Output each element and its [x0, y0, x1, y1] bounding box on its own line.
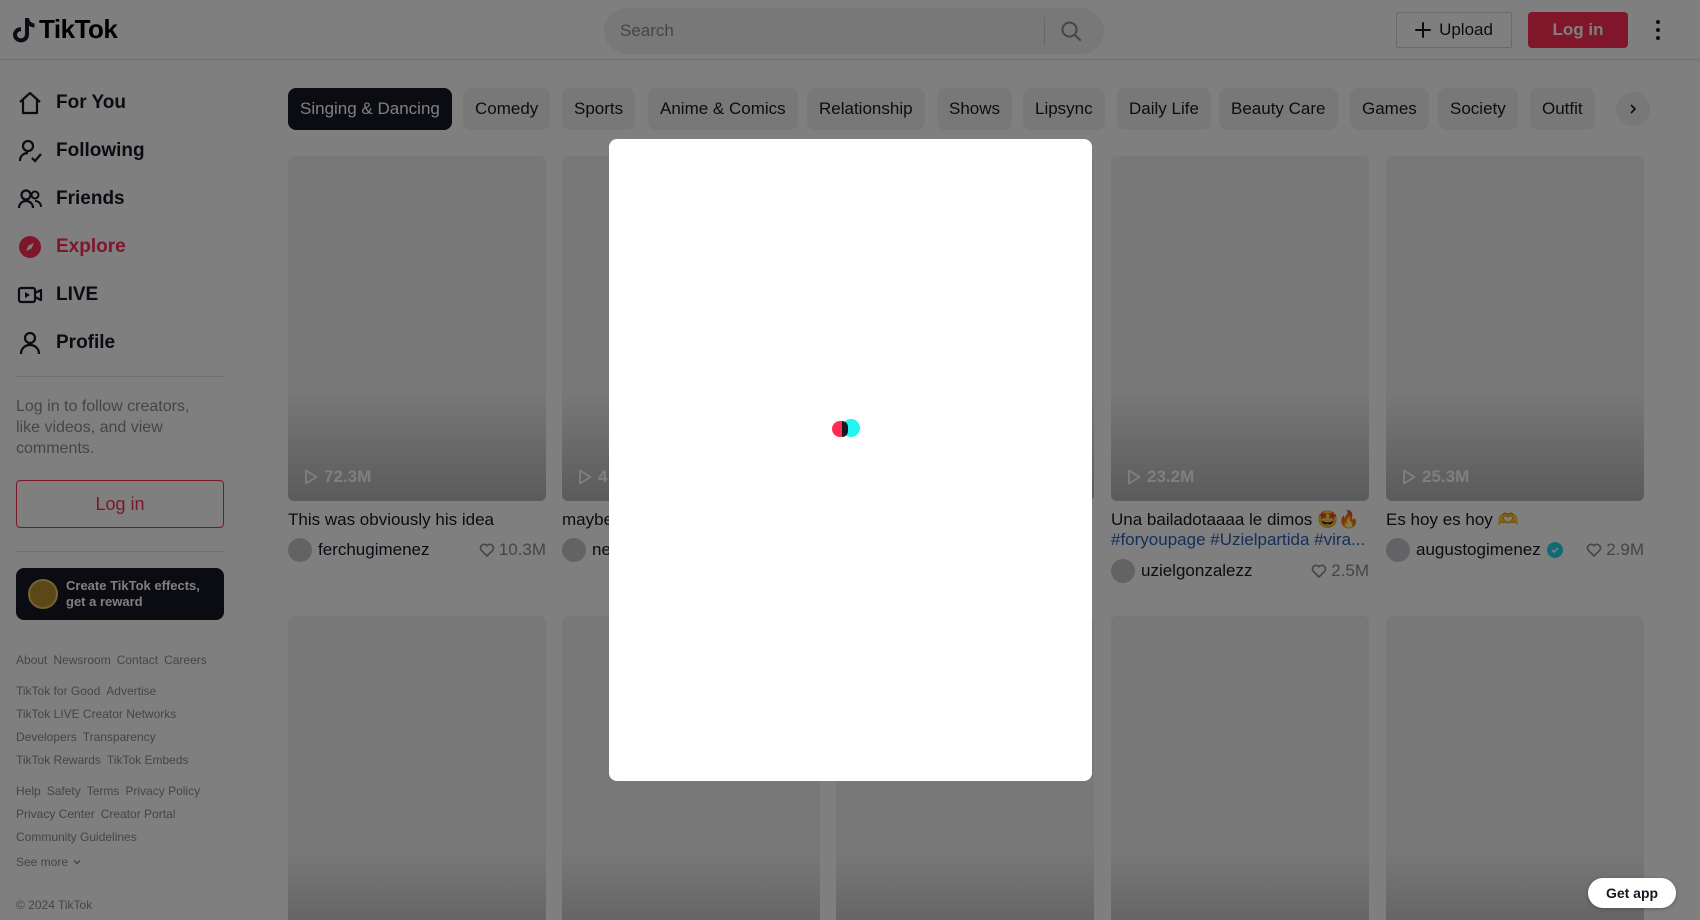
get-app-button[interactable]: Get app	[1588, 878, 1676, 908]
loading-spinner-icon	[832, 419, 866, 439]
login-modal	[609, 139, 1092, 781]
modal-overlay[interactable]	[0, 0, 1700, 920]
